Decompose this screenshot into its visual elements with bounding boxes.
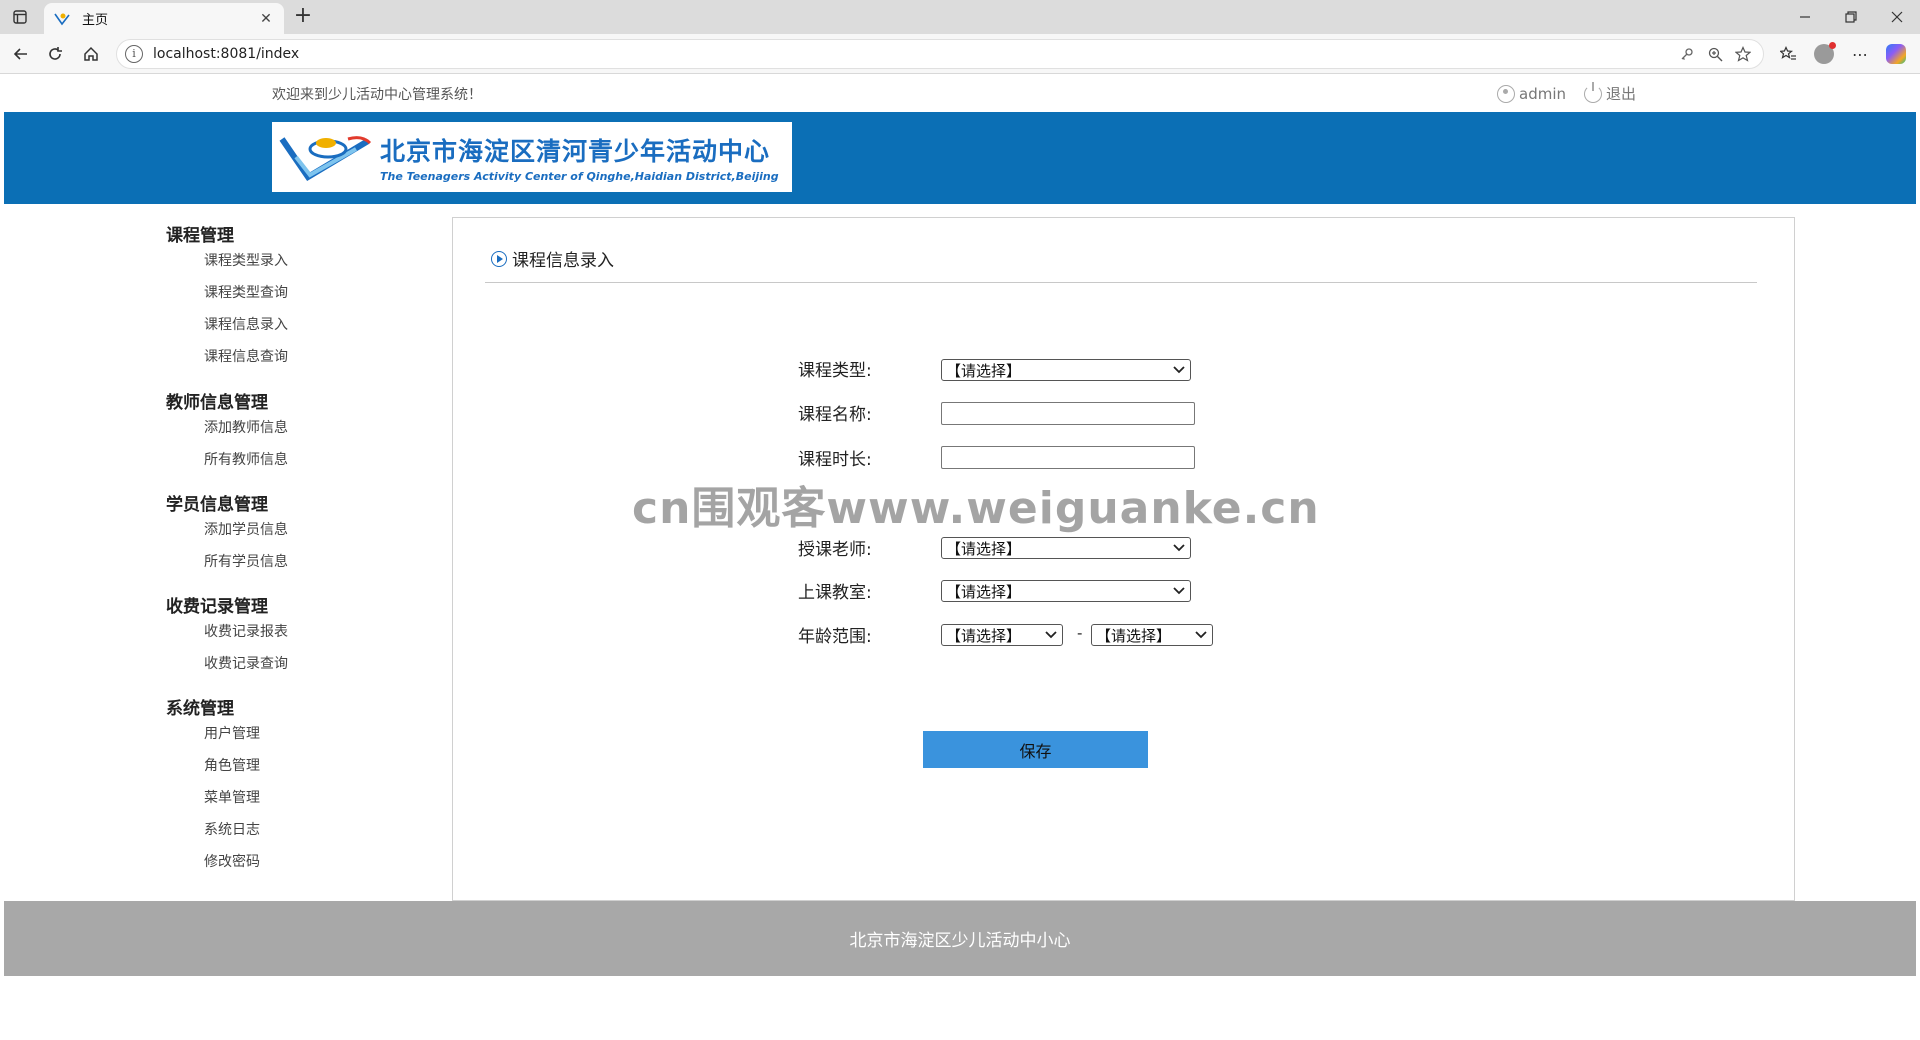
new-tab-button[interactable]: + (290, 4, 316, 30)
header-banner: 北京市海淀区清河青少年活动中心 The Teenagers Activity C… (4, 112, 1916, 204)
username-link[interactable]: admin (1519, 85, 1566, 103)
menu-group-course[interactable]: 课程管理 (166, 221, 234, 246)
chevron-down-icon (1193, 627, 1209, 643)
classroom-value: 【请选择】 (946, 582, 1022, 601)
menu-item-system-log[interactable]: 系统日志 (204, 819, 260, 839)
favorite-star-icon[interactable] (1729, 42, 1757, 66)
menu-item-all-students[interactable]: 所有学员信息 (204, 551, 288, 571)
home-icon[interactable] (78, 42, 104, 66)
menu-item-fee-query[interactable]: 收费记录查询 (204, 653, 288, 673)
teacher-label: 授课老师: (798, 540, 872, 560)
watermark-text: cn围观客www.weiguanke.cn (632, 483, 1320, 534)
restore-icon[interactable] (1828, 0, 1874, 34)
tab-favicon-icon (54, 11, 70, 27)
tab-title: 主页 (82, 13, 109, 28)
chevron-down-icon (1171, 540, 1187, 556)
profile-avatar[interactable] (1810, 42, 1838, 66)
back-arrow-icon[interactable] (8, 42, 34, 66)
footer-text: 北京市海淀区少儿活动中小心 (849, 931, 1071, 951)
logo-english-name: The Teenagers Activity Center of Qinghe,… (380, 169, 779, 183)
course-name-label: 课程名称: (798, 405, 872, 425)
more-options-icon[interactable]: ⋯ (1846, 42, 1874, 66)
title-divider (485, 282, 1757, 283)
course-type-value: 【请选择】 (946, 361, 1022, 380)
menu-group-teacher[interactable]: 教师信息管理 (166, 388, 268, 413)
welcome-text: 欢迎来到少儿活动中心管理系统！ (272, 87, 482, 103)
site-logo[interactable]: 北京市海淀区清河青少年活动中心 The Teenagers Activity C… (272, 122, 792, 192)
power-icon (1584, 81, 1602, 103)
favorites-icon[interactable] (1774, 42, 1802, 66)
course-type-select[interactable]: 【请选择】 (941, 359, 1191, 381)
content-panel: 课程信息录入 课程类型: 【请选择】 课程名称: 课程时长: 授课老师: 【请选… (452, 217, 1795, 901)
page-title-text: 课程信息录入 (512, 251, 614, 271)
copilot-icon[interactable] (1882, 42, 1910, 66)
age-range-separator: - (1077, 624, 1083, 642)
menu-group-system[interactable]: 系统管理 (166, 694, 234, 719)
site-info-icon[interactable]: i (125, 45, 143, 63)
menu-item-add-student[interactable]: 添加学员信息 (204, 519, 288, 539)
age-min-value: 【请选择】 (946, 626, 1022, 645)
play-circle-icon (491, 250, 507, 267)
classroom-label: 上课教室: (798, 583, 872, 603)
menu-group-fees[interactable]: 收费记录管理 (166, 592, 268, 617)
sidebar-menu: 课程管理 课程类型录入 课程类型查询 课程信息录入 课程信息查询 教师信息管理 … (4, 216, 452, 900)
teacher-select[interactable]: 【请选择】 (941, 537, 1191, 559)
age-min-select[interactable]: 【请选择】 (941, 624, 1063, 646)
top-strip: 欢迎来到少儿活动中心管理系统！ admin 退出 (4, 75, 1916, 112)
course-duration-label: 课程时长: (798, 450, 872, 470)
menu-group-student[interactable]: 学员信息管理 (166, 490, 268, 515)
menu-item-all-teachers[interactable]: 所有教师信息 (204, 449, 288, 469)
menu-item-course-info-query[interactable]: 课程信息查询 (204, 346, 288, 366)
page-footer: 北京市海淀区少儿活动中小心 (4, 901, 1916, 976)
age-max-value: 【请选择】 (1096, 626, 1172, 645)
menu-item-course-info-entry[interactable]: 课程信息录入 (204, 314, 288, 334)
age-max-select[interactable]: 【请选择】 (1091, 624, 1213, 646)
page-title: 课程信息录入 (491, 246, 614, 271)
zoom-icon[interactable] (1701, 42, 1729, 66)
menu-item-users[interactable]: 用户管理 (204, 723, 260, 743)
menu-item-course-type-entry[interactable]: 课程类型录入 (204, 250, 288, 270)
teacher-value: 【请选择】 (946, 539, 1022, 558)
menu-item-course-type-query[interactable]: 课程类型查询 (204, 282, 288, 302)
minimize-icon[interactable] (1782, 0, 1828, 34)
menu-item-fee-report[interactable]: 收费记录报表 (204, 621, 288, 641)
course-duration-input[interactable] (941, 446, 1195, 469)
menu-item-menus[interactable]: 菜单管理 (204, 787, 260, 807)
course-name-input[interactable] (941, 402, 1195, 425)
logout-link[interactable]: 退出 (1606, 83, 1636, 104)
browser-toolbar: i localhost:8081/index ⋯ (0, 34, 1920, 74)
menu-item-change-password[interactable]: 修改密码 (204, 851, 260, 871)
address-bar[interactable]: i localhost:8081/index (116, 39, 1764, 69)
browser-tab-active[interactable]: 主页 ✕ (44, 3, 284, 34)
logo-chinese-name: 北京市海淀区清河青少年活动中心 (380, 136, 771, 166)
chevron-down-icon (1171, 583, 1187, 599)
chevron-down-icon (1171, 362, 1187, 378)
tab-actions-icon[interactable] (8, 6, 32, 28)
tab-close-icon[interactable]: ✕ (256, 9, 276, 29)
key-icon[interactable] (1673, 42, 1701, 66)
close-window-icon[interactable] (1874, 0, 1920, 34)
menu-item-add-teacher[interactable]: 添加教师信息 (204, 417, 288, 437)
user-area: admin 退出 (1497, 81, 1636, 104)
browser-tab-bar: 主页 ✕ + (0, 0, 1920, 34)
user-icon (1497, 84, 1515, 103)
save-button[interactable]: 保存 (923, 731, 1148, 768)
reload-icon[interactable] (42, 42, 68, 66)
logo-emblem-icon (278, 127, 372, 187)
chevron-down-icon (1043, 627, 1059, 643)
url-text[interactable]: localhost:8081/index (153, 46, 1673, 62)
profile-icon (1814, 42, 1836, 64)
menu-item-roles[interactable]: 角色管理 (204, 755, 260, 775)
course-type-label: 课程类型: (798, 361, 872, 381)
age-range-label: 年龄范围: (798, 627, 872, 647)
web-page: 欢迎来到少儿活动中心管理系统！ admin 退出 北京市海淀区清河青少年活动中心… (4, 75, 1916, 1037)
classroom-select[interactable]: 【请选择】 (941, 580, 1191, 602)
